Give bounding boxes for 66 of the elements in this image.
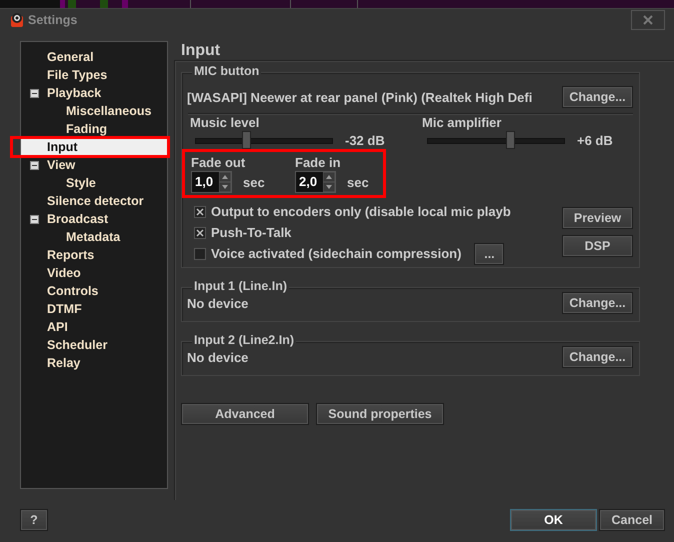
unit-label: sec — [243, 174, 265, 190]
slider-track[interactable] — [427, 131, 565, 149]
spin-up-icon[interactable] — [219, 172, 231, 182]
group-label: MIC button — [192, 64, 262, 78]
unit-label: sec — [347, 174, 369, 190]
checkbox-label[interactable]: Voice activated (sidechain compression) — [211, 246, 462, 261]
field-label: Fade out — [191, 155, 246, 170]
more-button[interactable]: ... — [474, 242, 504, 264]
sidebar-item[interactable]: API — [47, 318, 72, 336]
group-label: Input 2 (Line2.In) — [192, 333, 296, 347]
change-button[interactable]: Change... — [562, 86, 633, 108]
sidebar-item[interactable]: Playback — [47, 84, 106, 102]
dsp-button[interactable]: DSP — [562, 235, 633, 257]
checkbox[interactable] — [194, 226, 206, 238]
sidebar-item[interactable]: Style — [66, 174, 100, 192]
sidebar-item[interactable]: Metadata — [66, 228, 124, 246]
ok-button[interactable]: OK — [510, 509, 597, 531]
spin-down-icon[interactable] — [323, 182, 335, 192]
sidebar-item[interactable]: View — [47, 156, 80, 174]
app-icon — [10, 12, 24, 28]
number-field[interactable]: 2,0 — [295, 171, 336, 193]
page-title: Input — [181, 42, 220, 60]
slider-reading: -32 dB — [345, 132, 385, 148]
sidebar-item[interactable]: Relay — [47, 354, 84, 372]
device-name: No device — [187, 296, 248, 310]
cancel-button[interactable]: Cancel — [599, 509, 665, 531]
number-field[interactable]: 1,0 — [191, 171, 232, 193]
sidebar-item[interactable]: Video — [47, 264, 85, 282]
sidebar-item[interactable]: Scheduler — [47, 336, 112, 354]
device-name: No device — [187, 350, 248, 364]
slider-thumb[interactable] — [242, 131, 252, 149]
sidebar-item[interactable]: Silence detector — [47, 192, 148, 210]
change-button[interactable]: Change... — [562, 346, 633, 368]
sidebar-item[interactable]: Reports — [47, 246, 98, 264]
slider-thumb[interactable] — [506, 131, 515, 149]
field-label: Fade in — [295, 155, 342, 170]
collapse-icon[interactable] — [30, 160, 39, 170]
slider-reading: +6 dB — [577, 132, 613, 148]
checkbox-label[interactable]: Output to encoders only (disable local mic playb — [211, 204, 511, 219]
sidebar-item[interactable]: General — [47, 48, 98, 66]
sound-properties-button[interactable]: Sound properties — [316, 403, 444, 425]
spin-up-icon[interactable] — [323, 172, 335, 182]
sidebar-item[interactable]: DTMF — [47, 300, 86, 318]
sidebar-item[interactable]: File Types — [47, 66, 112, 84]
spin-down-icon[interactable] — [219, 182, 231, 192]
change-button[interactable]: Change... — [562, 292, 633, 314]
checkbox[interactable] — [194, 206, 206, 218]
window-title: Settings — [28, 13, 78, 27]
group-label: Input 1 (Line.In) — [192, 279, 290, 293]
checkbox-label[interactable]: Push-To-Talk — [211, 225, 292, 240]
slider-track[interactable] — [195, 131, 333, 149]
sidebar-item[interactable]: Controls — [47, 282, 102, 300]
help-button[interactable]: ? — [20, 509, 48, 531]
slider-label: Music level — [190, 115, 260, 130]
sidebar-item[interactable]: Fading — [66, 120, 111, 138]
preview-button[interactable]: Preview — [562, 207, 633, 229]
advanced-button[interactable]: Advanced — [181, 403, 309, 425]
close-icon[interactable] — [643, 15, 653, 25]
close-button[interactable] — [631, 10, 665, 30]
sidebar-item[interactable]: Broadcast — [47, 210, 112, 228]
collapse-icon[interactable] — [30, 214, 39, 224]
sidebar-item[interactable]: Miscellaneous — [66, 102, 156, 120]
checkbox[interactable] — [194, 248, 206, 260]
slider-label: Mic amplifier — [422, 115, 502, 130]
collapse-icon[interactable] — [30, 88, 39, 98]
device-name: [WASAPI] Neewer at rear panel (Pink) (Realtek High Defi — [187, 90, 532, 104]
